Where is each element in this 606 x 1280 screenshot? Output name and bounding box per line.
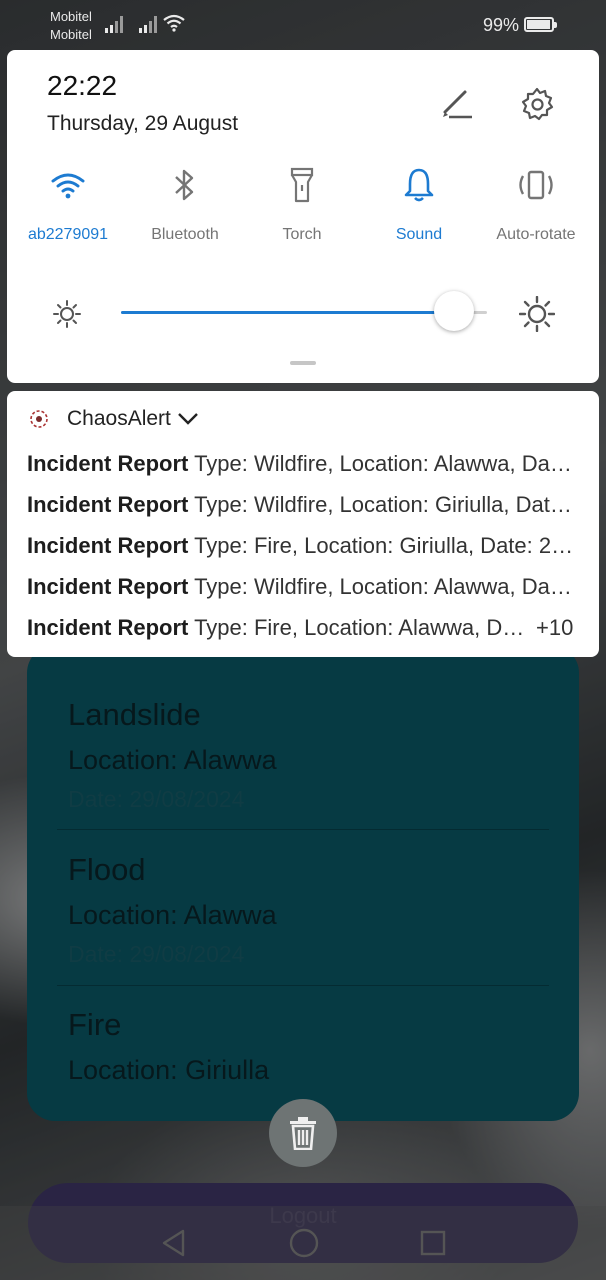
wifi-icon bbox=[51, 173, 85, 199]
tile-label: Auto-rotate bbox=[496, 226, 576, 243]
tile-auto-rotate[interactable]: Auto-rotate bbox=[481, 165, 591, 244]
incident-type: Flood bbox=[68, 852, 146, 887]
tile-torch[interactable]: Torch bbox=[247, 165, 357, 244]
notification-header[interactable]: ChaosAlert bbox=[29, 406, 199, 432]
clock-date: Thursday, 29 August bbox=[47, 112, 239, 135]
incident-location: Location: Giriulla bbox=[68, 1055, 270, 1085]
notification-line: Incident Report Type: Wildfire, Location… bbox=[27, 492, 577, 518]
incident-type: Landslide bbox=[68, 697, 201, 732]
incident-location: Location: Alawwa bbox=[68, 745, 277, 775]
tile-label: Bluetooth bbox=[151, 226, 219, 243]
incident-item[interactable]: Flood Location: Alawwa Date: 29/08/2024 bbox=[68, 852, 558, 968]
battery-icon bbox=[524, 17, 557, 32]
battery-percentage: 99% bbox=[483, 15, 520, 35]
chaosalert-app-icon bbox=[30, 410, 48, 428]
settings-button[interactable] bbox=[519, 86, 555, 122]
incident-type: Fire bbox=[68, 1007, 122, 1042]
signal-icon bbox=[105, 16, 123, 33]
tile-label: Sound bbox=[395, 226, 443, 243]
divider bbox=[57, 985, 549, 986]
notification-title: Incident Report bbox=[27, 615, 189, 640]
pencil-icon bbox=[443, 90, 472, 119]
clock-time: 22:22 bbox=[47, 70, 118, 101]
notification-app-name: ChaosAlert bbox=[67, 407, 171, 430]
gear-icon bbox=[521, 87, 554, 121]
more-notifications-count: +10 bbox=[536, 615, 574, 640]
bell-icon bbox=[404, 168, 434, 202]
trash-icon bbox=[290, 1117, 316, 1150]
bluetooth-icon bbox=[175, 169, 194, 201]
brightness-slider-fill bbox=[121, 311, 455, 314]
notification-title: Incident Report bbox=[27, 492, 189, 517]
brightness-slider[interactable] bbox=[121, 291, 487, 331]
incident-item[interactable]: Landslide Location: Alawwa Date: 29/08/2… bbox=[68, 697, 558, 813]
tile-wifi[interactable]: ab2279091 bbox=[13, 165, 123, 244]
brightness-high-icon bbox=[519, 296, 555, 332]
navigation-bar bbox=[0, 1206, 606, 1280]
tile-label: Torch bbox=[282, 226, 322, 243]
torch-icon bbox=[290, 167, 314, 203]
chevron-down-icon[interactable] bbox=[177, 412, 199, 426]
carrier-name: Mobitel bbox=[50, 9, 92, 24]
signal-icon bbox=[139, 16, 157, 33]
delete-button[interactable] bbox=[269, 1099, 337, 1167]
quick-settings-panel: 22:22 Thursday, 29 August ab2279091 Blue… bbox=[7, 50, 599, 383]
notification-line: Incident Report Type: Wildfire, Location… bbox=[27, 451, 577, 477]
notification-text: Type: Wildfire, Location: Giriulla, Date… bbox=[194, 492, 577, 517]
recents-icon[interactable] bbox=[419, 1229, 447, 1257]
edit-tiles-button[interactable] bbox=[439, 86, 475, 122]
panel-drag-handle[interactable] bbox=[290, 361, 316, 365]
carrier-name: Mobitel bbox=[50, 27, 92, 42]
notification-text: Type: Wildfire, Location: Alawwa, Date: … bbox=[194, 574, 577, 599]
auto-rotate-icon bbox=[519, 170, 553, 200]
notification-line: Incident Report Type: Fire, Location: Al… bbox=[27, 615, 531, 641]
notification-text: Type: Fire, Location: Alawwa, Date: 29/0… bbox=[194, 615, 531, 640]
notification-title: Incident Report bbox=[27, 574, 189, 599]
notification-line: Incident Report Type: Fire, Location: Gi… bbox=[27, 533, 577, 559]
incident-date: Date: 29/08/2024 bbox=[68, 786, 245, 812]
tile-label: ab2279091 bbox=[27, 226, 109, 243]
tile-sound[interactable]: Sound bbox=[364, 165, 474, 244]
incident-location: Location: Alawwa bbox=[68, 900, 277, 930]
home-icon[interactable] bbox=[288, 1227, 320, 1259]
back-icon[interactable] bbox=[159, 1228, 189, 1258]
brightness-slider-thumb[interactable] bbox=[434, 291, 475, 331]
notification-title: Incident Report bbox=[27, 533, 189, 558]
tile-bluetooth[interactable]: Bluetooth bbox=[130, 165, 240, 244]
notification-text: Type: Fire, Location: Giriulla, Date: 29… bbox=[194, 533, 577, 558]
status-bar: Mobitel Mobitel 99% bbox=[0, 0, 606, 48]
divider bbox=[57, 829, 549, 830]
notification-text: Type: Wildfire, Location: Alawwa, Date: … bbox=[194, 451, 577, 476]
incident-date: Date: 29/08/2024 bbox=[68, 941, 245, 967]
brightness-low-icon bbox=[53, 300, 81, 328]
notification-line: Incident Report Type: Wildfire, Location… bbox=[27, 574, 577, 600]
incident-item[interactable]: Fire Location: Giriulla bbox=[68, 1007, 558, 1086]
incident-list-card: Landslide Location: Alawwa Date: 29/08/2… bbox=[27, 645, 579, 1121]
wifi-status-icon bbox=[163, 14, 185, 32]
notification-title: Incident Report bbox=[27, 451, 189, 476]
notification-card[interactable]: ChaosAlert Incident Report Type: Wildfir… bbox=[7, 391, 599, 657]
